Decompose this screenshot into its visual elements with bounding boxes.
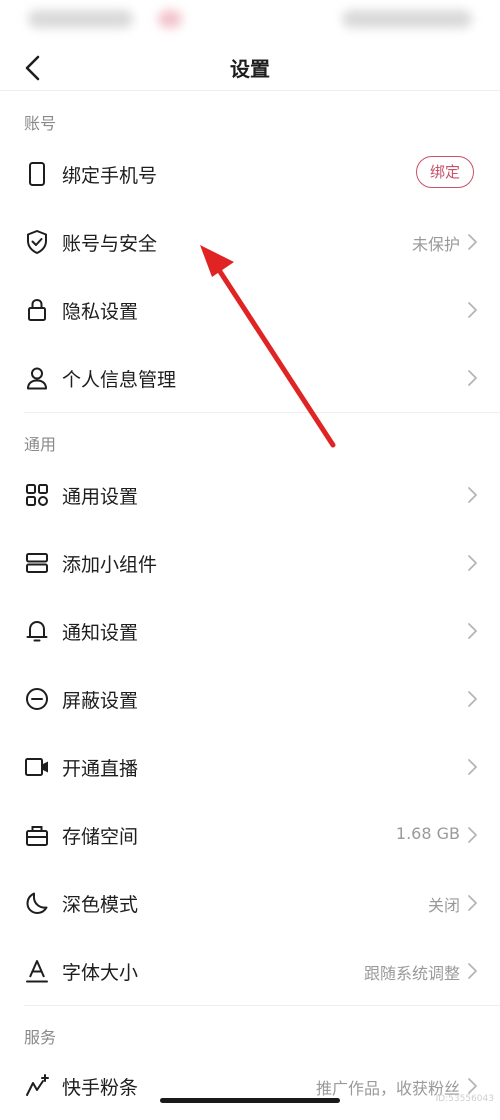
shield-check-icon bbox=[27, 230, 47, 254]
page-title: 设置 bbox=[230, 57, 270, 81]
chevron-right-icon bbox=[468, 963, 477, 979]
row-privacy-settings[interactable]: 隐私设置 bbox=[0, 276, 500, 344]
row-label: 通用设置 bbox=[62, 486, 139, 508]
block-icon bbox=[26, 688, 48, 710]
font-size-icon bbox=[26, 960, 48, 983]
section-title-service: 服务 bbox=[24, 1028, 57, 1047]
chevron-right-icon bbox=[468, 555, 477, 571]
row-add-widget[interactable]: 添加小组件 bbox=[0, 529, 500, 597]
section-title-general: 通用 bbox=[24, 435, 57, 454]
video-camera-icon bbox=[25, 758, 48, 776]
row-promote[interactable]: 快手粉条 推广作品，收获粉丝 bbox=[0, 1052, 500, 1120]
bind-phone-button[interactable]: 绑定 bbox=[416, 156, 474, 188]
row-value: 未保护 bbox=[411, 235, 460, 254]
home-indicator[interactable] bbox=[160, 1098, 340, 1103]
row-label: 绑定手机号 bbox=[62, 165, 158, 187]
chevron-right-icon bbox=[468, 1078, 477, 1094]
chevron-right-icon bbox=[468, 623, 477, 639]
row-value: 跟随系统调整 bbox=[363, 964, 460, 983]
person-icon bbox=[27, 367, 47, 390]
row-label: 字体大小 bbox=[62, 962, 139, 984]
section-divider bbox=[24, 412, 500, 413]
status-bar-blur-left bbox=[28, 10, 133, 28]
status-bar-blur-dot bbox=[158, 10, 182, 28]
promote-icon bbox=[26, 1074, 49, 1096]
row-account-security[interactable]: 账号与安全 未保护 bbox=[0, 208, 500, 276]
row-bind-phone[interactable]: 绑定手机号 绑定 bbox=[0, 140, 500, 208]
row-label: 添加小组件 bbox=[62, 554, 158, 576]
widget-icon bbox=[26, 553, 48, 573]
chevron-right-icon bbox=[468, 691, 477, 707]
chevron-right-icon bbox=[468, 759, 477, 775]
row-value: 关闭 bbox=[427, 896, 460, 915]
row-start-live[interactable]: 开通直播 bbox=[0, 733, 500, 801]
chevron-right-icon bbox=[468, 487, 477, 503]
row-personal-info[interactable]: 个人信息管理 bbox=[0, 344, 500, 412]
row-value: 1.68 GB bbox=[395, 824, 460, 843]
section-title-account: 账号 bbox=[24, 114, 57, 133]
navigation-header: 设置 bbox=[0, 44, 500, 91]
moon-icon bbox=[26, 892, 48, 914]
row-label: 存储空间 bbox=[62, 826, 139, 848]
row-font-size[interactable]: 字体大小 跟随系统调整 bbox=[0, 937, 500, 1005]
row-label: 屏蔽设置 bbox=[62, 690, 139, 712]
row-label: 隐私设置 bbox=[62, 301, 139, 323]
row-notification-settings[interactable]: 通知设置 bbox=[0, 597, 500, 665]
chevron-right-icon bbox=[468, 370, 477, 386]
chevron-right-icon bbox=[468, 234, 477, 250]
chevron-right-icon bbox=[468, 827, 477, 843]
status-bar-blur-right bbox=[342, 10, 472, 28]
section-divider bbox=[24, 1005, 500, 1006]
row-label: 账号与安全 bbox=[62, 233, 158, 255]
row-label: 通知设置 bbox=[62, 622, 139, 644]
bell-icon bbox=[26, 621, 48, 642]
phone-icon bbox=[29, 162, 45, 186]
lock-icon bbox=[28, 298, 46, 321]
chevron-right-icon bbox=[468, 895, 477, 911]
row-label: 快手粉条 bbox=[62, 1077, 139, 1099]
row-block-settings[interactable]: 屏蔽设置 bbox=[0, 665, 500, 733]
row-general-settings[interactable]: 通用设置 bbox=[0, 461, 500, 529]
row-label: 深色模式 bbox=[62, 894, 139, 916]
row-label: 开通直播 bbox=[62, 758, 139, 780]
row-dark-mode[interactable]: 深色模式 关闭 bbox=[0, 869, 500, 937]
watermark: ID:53556043 bbox=[435, 1094, 494, 1104]
storage-icon bbox=[26, 826, 48, 846]
row-label: 个人信息管理 bbox=[62, 369, 177, 391]
status-bar bbox=[0, 0, 500, 44]
chevron-right-icon bbox=[468, 302, 477, 318]
grid-icon bbox=[26, 484, 48, 506]
row-storage[interactable]: 存储空间 1.68 GB bbox=[0, 801, 500, 869]
